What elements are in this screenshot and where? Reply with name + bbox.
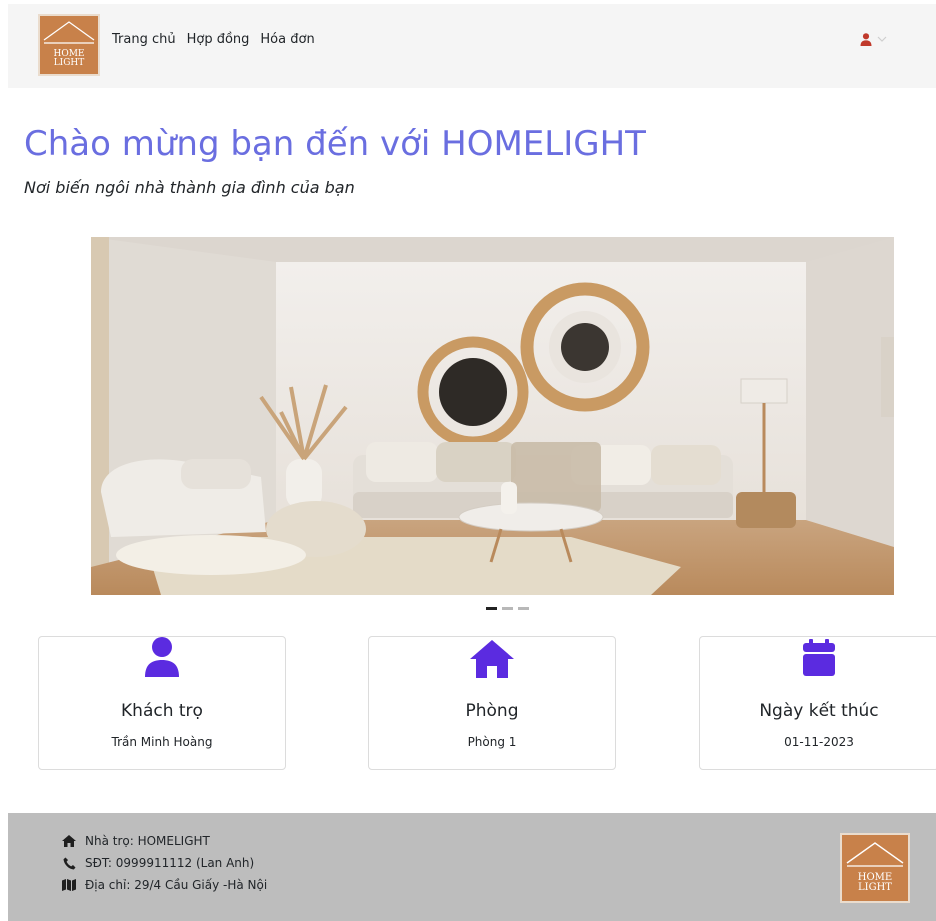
footer: Nhà trọ: HOMELIGHT SĐT: 0999911112 (Lan … [8,813,936,921]
navbar: HOME LIGHT Trang chủ Hợp đồng Hóa đơn [8,4,936,88]
carousel-indicator-2[interactable] [502,607,513,610]
carousel-slide-image[interactable] [91,237,894,595]
house-icon [470,640,514,678]
card-room-value: Phòng 1 [467,735,517,749]
nav-contracts-link[interactable]: Hợp đồng [187,32,250,47]
calendar-icon [803,639,835,676]
carousel-indicators [486,607,534,610]
house-icon [62,834,76,848]
living-room-image [91,237,894,595]
card-room: Phòng Phòng 1 [368,636,616,770]
map-icon [62,878,76,892]
card-end-date: Ngày kết thúc 01-11-2023 [699,636,936,770]
card-room-title: Phòng [465,701,519,721]
user-icon [145,637,179,677]
chevron-down-icon [877,36,887,42]
card-tenant-value: Trần Minh Hoàng [111,735,213,749]
user-menu-dropdown[interactable] [860,33,887,46]
card-tenant: Khách trọ Trần Minh Hoàng [38,636,286,770]
footer-name-row: Nhà trọ: HOMELIGHT [62,834,210,848]
footer-phone: SĐT: 0999911112 (Lan Anh) [85,856,255,870]
carousel-indicator-3[interactable] [518,607,529,610]
footer-address-row: Địa chỉ: 29/4 Cầu Giấy -Hà Nội [62,878,267,892]
logo-text: HOME LIGHT [53,49,85,68]
nav-home-link[interactable]: Trang chủ [112,32,176,47]
footer-address: Địa chỉ: 29/4 Cầu Giấy -Hà Nội [85,878,268,892]
card-end-date-title: Ngày kết thúc [759,701,879,721]
nav-invoices-link[interactable]: Hóa đơn [260,32,314,47]
nav-links: Trang chủ Hợp đồng Hóa đơn [112,32,326,47]
card-end-date-value: 01-11-2023 [784,735,854,749]
card-tenant-title: Khách trọ [121,701,203,721]
footer-logo-text: HOME LIGHT [857,872,893,893]
user-icon [860,33,872,46]
footer-logo: HOME LIGHT [840,833,910,903]
brand-logo[interactable]: HOME LIGHT [38,14,100,76]
footer-phone-row: SĐT: 0999911112 (Lan Anh) [62,856,254,870]
page-subtitle: Nơi biến ngôi nhà thành gia đình của bạn [24,178,355,197]
phone-icon [62,856,76,870]
footer-name: Nhà trọ: HOMELIGHT [85,834,210,848]
carousel-indicator-1[interactable] [486,607,497,610]
page-title: Chào mừng bạn đến với HOMELIGHT [24,124,646,164]
